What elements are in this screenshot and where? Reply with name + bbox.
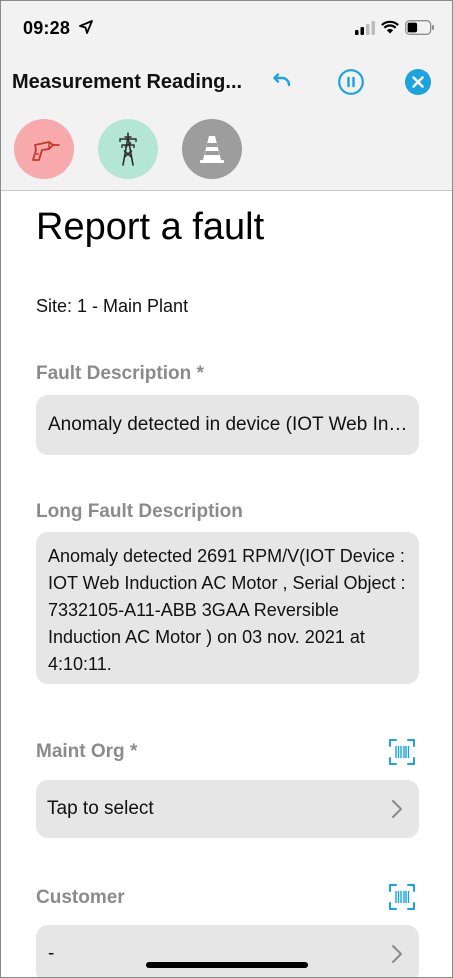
power-tower-icon [119, 132, 137, 166]
close-button[interactable] [403, 67, 433, 97]
long-fault-description-value: Anomaly detected 2691 RPM/V(IOT Device :… [48, 546, 406, 674]
fault-description-value: Anomaly detected in device (IOT Web Indu… [48, 414, 410, 435]
location-arrow-icon [79, 20, 93, 34]
traffic-cone-icon [200, 136, 224, 163]
site-text: Site: 1 - Main Plant [36, 296, 189, 316]
maint-org-value: Tap to select [47, 798, 154, 819]
drill-button[interactable] [14, 119, 74, 179]
maint-org-selector[interactable]: Tap to select [36, 780, 419, 838]
undo-icon [273, 73, 291, 87]
report-fault-form: Report a fault Site: 1 - Main Plant Faul… [1, 192, 452, 977]
app-screen: 09:28 Measurement Reading... Report a fa… [0, 0, 453, 978]
long-fault-description-field[interactable]: Anomaly detected 2691 RPM/V(IOT Device :… [36, 532, 419, 684]
long-fault-description-label: Long Fault Description [36, 501, 243, 522]
fault-description-label: Fault Description * [36, 363, 204, 384]
customer-value: - [48, 943, 55, 964]
customer-label: Customer [36, 887, 125, 908]
barcode-scan-icon[interactable] [388, 883, 416, 911]
wifi-icon [381, 20, 399, 34]
traffic-cone-button[interactable] [182, 119, 242, 179]
pause-icon [338, 69, 364, 95]
tool-row [1, 107, 452, 191]
battery-icon [405, 20, 434, 35]
nav-title: Measurement Reading... [12, 71, 243, 93]
power-tower-button[interactable] [98, 119, 158, 179]
drill-icon [32, 141, 60, 161]
pause-button[interactable] [336, 67, 366, 97]
status-bar: 09:28 [1, 1, 452, 57]
customer-selector[interactable]: - [36, 925, 419, 977]
undo-button[interactable] [267, 67, 297, 97]
status-time: 09:28 [23, 18, 71, 38]
maint-org-label: Maint Org * [36, 741, 138, 762]
fault-description-field[interactable]: Anomaly detected in device (IOT Web Indu… [36, 395, 419, 455]
close-icon [405, 69, 431, 95]
barcode-scan-icon[interactable] [388, 738, 416, 766]
navigation-bar: Measurement Reading... [1, 57, 452, 107]
chevron-right-icon [392, 800, 402, 818]
chevron-right-icon [392, 945, 402, 963]
signal-icon [355, 21, 375, 35]
page-title: Report a fault [36, 206, 265, 248]
home-indicator[interactable] [146, 962, 308, 968]
